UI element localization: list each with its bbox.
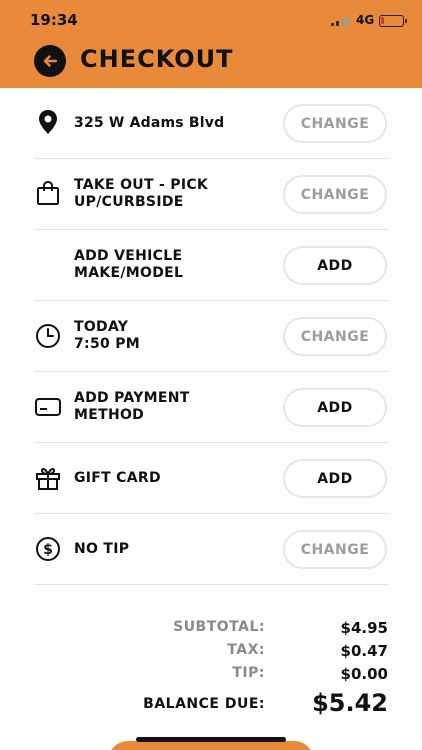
dollar-circle-icon: $ (34, 535, 62, 563)
home-indicator (136, 737, 286, 742)
battery-level (381, 17, 384, 24)
row-order-type: TAKE OUT - PICK UP/CURBSIDE CHANGE (34, 159, 389, 230)
row-label: ADD PAYMENT METHOD (74, 390, 190, 423)
change-address-button[interactable]: CHANGE (283, 104, 387, 143)
change-time-button[interactable]: CHANGE (283, 317, 387, 356)
row-gift-card: GIFT CARD ADD (34, 443, 389, 514)
tip-value: $0.00 (340, 665, 388, 683)
subtotal-row: SUBTOTAL: $4.95 (0, 619, 422, 641)
row-label: TAKE OUT - PICK UP/CURBSIDE (74, 177, 209, 210)
svg-text:$: $ (43, 542, 53, 558)
location-pin-icon (34, 108, 62, 136)
clock-icon (34, 322, 62, 350)
gift-icon (34, 464, 62, 492)
network-type: 4G (356, 13, 375, 27)
tip-label: TIP: (232, 665, 265, 681)
balance-row: BALANCE DUE: $5.42 (0, 689, 422, 721)
tip-row: TIP: $0.00 (0, 665, 422, 687)
tax-row: TAX: $0.47 (0, 642, 422, 664)
subtotal-value: $4.95 (340, 619, 388, 637)
shopping-bag-icon (34, 179, 62, 207)
row-vehicle: ADD VEHICLE MAKE/MODEL ADD (34, 230, 389, 301)
checkout-screen: 19:34 4G CHECKOUT 325 W Adams Blvd CHANG… (0, 0, 422, 750)
page-title: CHECKOUT (80, 45, 234, 73)
status-time: 19:34 (30, 11, 78, 29)
place-order-button[interactable] (108, 741, 314, 750)
row-label: NO TIP (74, 541, 130, 557)
row-label: GIFT CARD (74, 470, 161, 486)
add-vehicle-button[interactable]: ADD (283, 246, 387, 285)
balance-value: $5.42 (312, 689, 388, 717)
row-address: 325 W Adams Blvd CHANGE (34, 88, 389, 159)
arrow-left-icon (43, 55, 58, 67)
status-bar: 19:34 4G (0, 0, 422, 40)
balance-label: BALANCE DUE: (143, 696, 265, 712)
row-payment: ADD PAYMENT METHOD ADD (34, 372, 389, 443)
back-button[interactable] (34, 45, 66, 77)
signal-icon (331, 16, 353, 26)
credit-card-icon (34, 393, 62, 421)
row-label: TODAY 7:50 PM (74, 319, 140, 352)
subtotal-label: SUBTOTAL: (173, 619, 265, 635)
tax-value: $0.47 (340, 642, 388, 660)
header-bar: 19:34 4G CHECKOUT (0, 0, 422, 88)
tax-label: TAX: (227, 642, 265, 658)
change-order-type-button[interactable]: CHANGE (283, 175, 387, 214)
add-gift-card-button[interactable]: ADD (283, 459, 387, 498)
change-tip-button[interactable]: CHANGE (283, 530, 387, 569)
row-label: ADD VEHICLE MAKE/MODEL (74, 248, 184, 281)
row-time: TODAY 7:50 PM CHANGE (34, 301, 389, 372)
row-label: 325 W Adams Blvd (74, 115, 225, 131)
row-tip: $ NO TIP CHANGE (34, 514, 389, 585)
battery-icon (379, 15, 407, 27)
add-payment-button[interactable]: ADD (283, 388, 387, 427)
